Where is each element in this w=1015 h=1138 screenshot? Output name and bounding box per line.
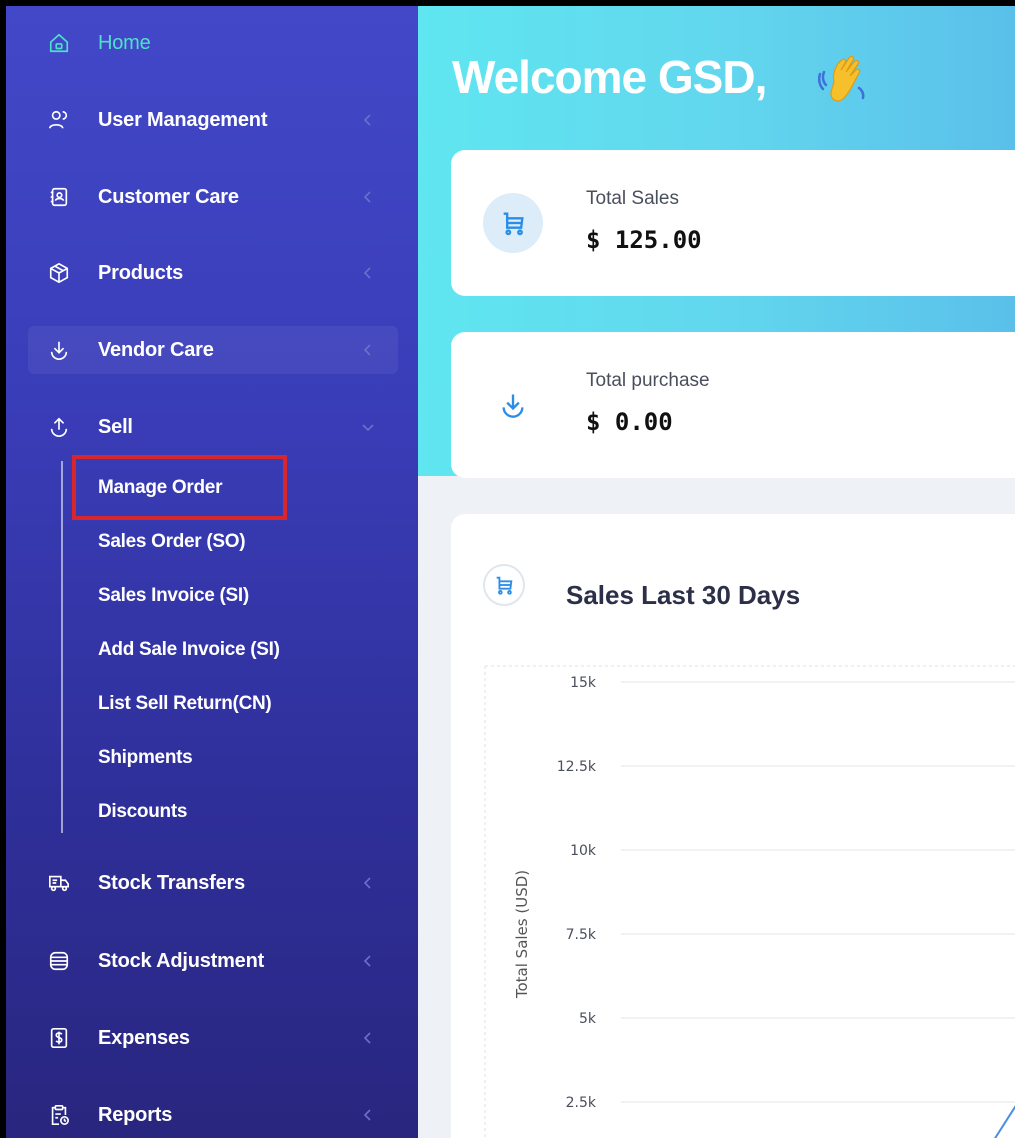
sidebar-item-label: Stock Adjustment <box>98 949 265 972</box>
stat-label: Total purchase <box>586 370 710 391</box>
y-tick-label: 12.5k <box>557 759 597 775</box>
y-tick-label: 15k <box>570 675 597 691</box>
welcome-heading: Welcome GSD, <box>452 51 767 103</box>
chevron-left-icon <box>362 190 374 204</box>
sidebar-item-label: Home <box>98 31 151 54</box>
chevron-left-icon <box>362 1031 374 1045</box>
users-icon <box>48 109 70 131</box>
chart-card-sales: 15k 12.5k 10k 7.5k 5k 2.5k Total Sales (USD) S… <box>451 514 1015 1138</box>
sidebar-item-label: Vendor Care <box>98 338 214 361</box>
sidebar-item-vendor-care[interactable]: Vendor Care <box>28 326 398 374</box>
waving-hand-icon <box>814 52 870 108</box>
y-tick-label: 2.5k <box>566 1095 597 1111</box>
sidebar-item-customer-care[interactable]: Customer Care <box>28 173 398 221</box>
stat-card-total-purchase: Total purchase $ 0.00 <box>451 332 1015 478</box>
contact-card-icon <box>48 186 70 208</box>
chevron-left-icon <box>362 113 374 127</box>
dollar-doc-icon <box>48 1027 70 1049</box>
database-icon <box>48 950 70 972</box>
highlight-annotation-box <box>72 455 287 520</box>
chevron-left-icon <box>362 1108 374 1122</box>
sidebar-item-label: Products <box>98 261 184 284</box>
home-icon <box>48 32 70 54</box>
y-tick-label: 10k <box>570 843 597 859</box>
submenu-item-sales-order[interactable]: Sales Order (SO) <box>98 525 246 559</box>
download-arrow-icon <box>48 339 70 361</box>
sidebar-item-products[interactable]: Products <box>28 249 398 297</box>
box-icon <box>48 262 70 284</box>
sidebar-item-sell[interactable]: Sell <box>28 403 398 451</box>
cart-icon <box>483 564 525 606</box>
clipboard-report-icon <box>48 1104 70 1126</box>
y-tick-label: 5k <box>579 1011 597 1027</box>
cart-icon <box>483 193 543 253</box>
sidebar-item-label: Customer Care <box>98 185 239 208</box>
y-axis-label: Total Sales (USD) <box>513 870 531 999</box>
y-tick-label: 7.5k <box>566 927 597 943</box>
sidebar-item-label: Reports <box>98 1103 173 1126</box>
sidebar-item-stock-adjustment[interactable]: Stock Adjustment <box>28 937 398 985</box>
chevron-left-icon <box>362 876 374 890</box>
submenu-guide-line <box>61 461 63 833</box>
sidebar-item-label: Expenses <box>98 1026 190 1049</box>
stat-value: $ 125.00 <box>586 226 702 254</box>
chart-title: Sales Last 30 Days <box>566 580 801 610</box>
chevron-left-icon <box>362 954 374 968</box>
sidebar-item-label: Stock Transfers <box>98 871 246 894</box>
submenu-item-list-sell-return[interactable]: List Sell Return(CN) <box>98 687 272 721</box>
sidebar-item-label: User Management <box>98 108 268 131</box>
sidebar-item-home[interactable]: Home <box>28 19 398 67</box>
stat-label: Total Sales <box>586 188 679 209</box>
chevron-left-icon <box>362 343 374 357</box>
submenu-item-add-sale-invoice[interactable]: Add Sale Invoice (SI) <box>98 633 280 667</box>
sidebar: Home User Management Customer Care Produ… <box>6 6 418 1138</box>
series-line <box>994 1105 1015 1138</box>
download-arrow-icon <box>483 375 543 435</box>
main-content: Welcome GSD, Total Sales $ 125.00 Total … <box>418 6 1015 1138</box>
stat-card-total-sales: Total Sales $ 125.00 <box>451 150 1015 296</box>
sidebar-item-reports[interactable]: Reports <box>28 1091 398 1138</box>
upload-arrow-icon <box>48 416 70 438</box>
sidebar-item-user-management[interactable]: User Management <box>28 96 398 144</box>
chevron-down-icon <box>362 420 374 434</box>
sidebar-item-stock-transfers[interactable]: Stock Transfers <box>28 859 398 907</box>
submenu-item-shipments[interactable]: Shipments <box>98 741 193 775</box>
chevron-left-icon <box>362 266 374 280</box>
sidebar-item-label: Sell <box>98 415 133 438</box>
truck-icon <box>48 872 70 894</box>
submenu-item-discounts[interactable]: Discounts <box>98 795 187 829</box>
sidebar-item-expenses[interactable]: Expenses <box>28 1014 398 1062</box>
submenu-item-sales-invoice[interactable]: Sales Invoice (SI) <box>98 579 249 613</box>
stat-value: $ 0.00 <box>586 408 673 436</box>
